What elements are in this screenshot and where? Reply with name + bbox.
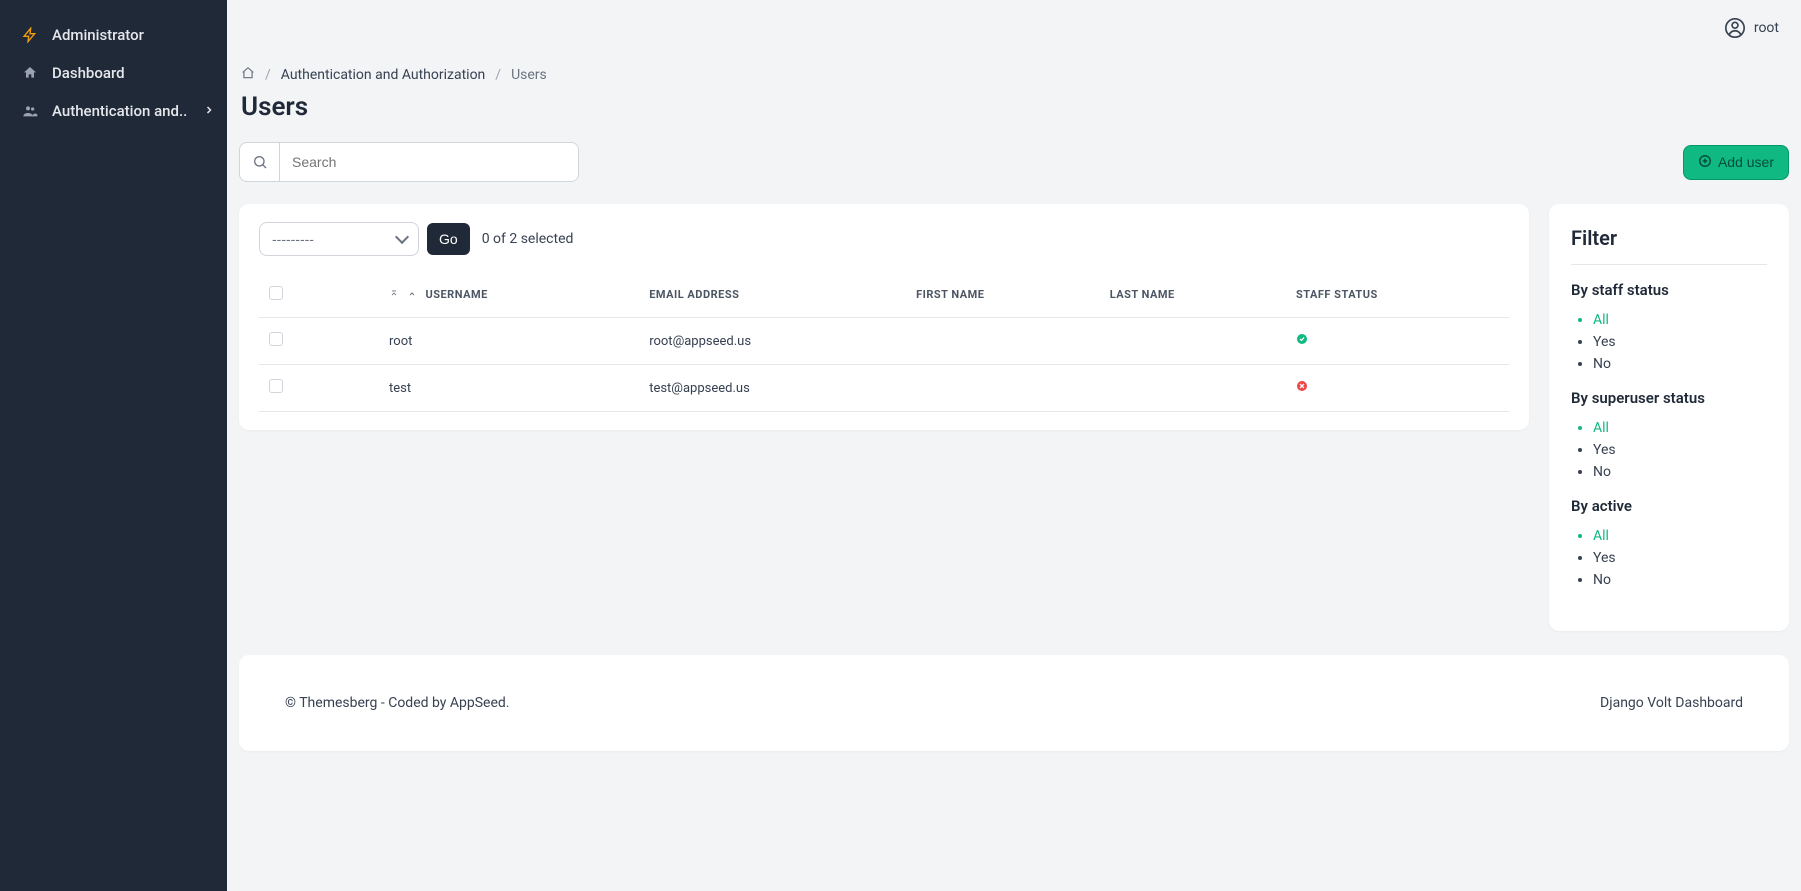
cell-staff: [1286, 318, 1509, 365]
col-last[interactable]: LAST NAME: [1100, 272, 1286, 318]
filter-divider: [1571, 264, 1767, 265]
sort-asc-icon: [408, 288, 419, 301]
x-circle-icon: [1296, 381, 1308, 396]
breadcrumb: / Authentication and Authorization / Use…: [241, 66, 1789, 84]
filter-option[interactable]: Yes: [1593, 439, 1767, 461]
user-avatar-icon[interactable]: [1724, 17, 1746, 39]
plus-circle-icon: [1698, 154, 1712, 171]
filter-option[interactable]: No: [1593, 353, 1767, 375]
col-email[interactable]: EMAIL ADDRESS: [639, 272, 906, 318]
sidebar-brand[interactable]: Administrator: [0, 16, 227, 54]
topbar: root: [239, 0, 1789, 56]
footer: © Themesberg - Coded by AppSeed. Django …: [239, 655, 1789, 751]
page-title: Users: [241, 92, 1789, 122]
selection-count: 0 of 2 selected: [482, 231, 574, 247]
table-row: testtest@appseed.us: [259, 365, 1509, 412]
cell-first: [906, 318, 1100, 365]
footer-themesberg-link[interactable]: Themesberg: [299, 695, 377, 711]
main-content: root / Authentication and Authorization …: [227, 0, 1801, 751]
filter-option[interactable]: All: [1593, 525, 1767, 547]
table-row: rootroot@appseed.us: [259, 318, 1509, 365]
filter-group-title: By active: [1571, 497, 1767, 515]
search-icon[interactable]: [240, 143, 280, 181]
sidebar: Administrator Dashboard Authentication a…: [0, 0, 227, 891]
filter-group-title: By superuser status: [1571, 389, 1767, 407]
breadcrumb-auth[interactable]: Authentication and Authorization: [281, 67, 486, 83]
sidebar-brand-label: Administrator: [52, 26, 144, 44]
add-user-button[interactable]: Add user: [1683, 145, 1789, 180]
cell-username[interactable]: test: [379, 365, 639, 412]
bulk-action-select[interactable]: ---------: [259, 222, 419, 256]
select-all-checkbox[interactable]: [269, 286, 283, 300]
filter-group: By active AllYesNo: [1571, 497, 1767, 591]
home-icon: [20, 65, 40, 81]
cell-staff: [1286, 365, 1509, 412]
filter-option[interactable]: All: [1593, 309, 1767, 331]
cell-first: [906, 365, 1100, 412]
filter-option[interactable]: Yes: [1593, 331, 1767, 353]
users-table: USERNAME EMAIL ADDRESS FIRST NAME LAST N…: [259, 272, 1509, 412]
sidebar-item-dashboard[interactable]: Dashboard: [0, 54, 227, 92]
cell-email: test@appseed.us: [639, 365, 906, 412]
footer-appseed-link[interactable]: AppSeed: [450, 695, 506, 711]
col-first[interactable]: FIRST NAME: [906, 272, 1100, 318]
filter-option[interactable]: All: [1593, 417, 1767, 439]
cell-last: [1100, 318, 1286, 365]
col-staff[interactable]: STAFF STATUS: [1286, 272, 1509, 318]
row-checkbox[interactable]: [269, 379, 283, 393]
filter-group-title: By staff status: [1571, 281, 1767, 299]
filter-option[interactable]: No: [1593, 461, 1767, 483]
bolt-icon: [20, 27, 40, 43]
add-user-label: Add user: [1718, 154, 1774, 170]
go-button[interactable]: Go: [427, 223, 470, 255]
sidebar-item-label: Authentication and..: [52, 102, 187, 120]
toolbar: Add user: [239, 142, 1789, 182]
breadcrumb-sep: /: [265, 67, 271, 83]
filter-card: Filter By staff statusAllYesNoBy superus…: [1549, 204, 1789, 631]
sort-icon: [389, 288, 402, 301]
cell-last: [1100, 365, 1286, 412]
check-circle-icon: [1296, 334, 1308, 349]
footer-right[interactable]: Django Volt Dashboard: [1600, 695, 1743, 711]
search-box: [239, 142, 579, 182]
bulk-action-row: --------- Go 0 of 2 selected: [259, 222, 1509, 256]
filter-group: By staff status AllYesNo: [1571, 281, 1767, 375]
filter-title: Filter: [1571, 226, 1767, 250]
users-table-card: --------- Go 0 of 2 selected: [239, 204, 1529, 430]
sidebar-item-auth[interactable]: Authentication and..: [0, 92, 227, 130]
topbar-username[interactable]: root: [1754, 20, 1779, 36]
breadcrumb-sep: /: [495, 67, 501, 83]
footer-left: © Themesberg - Coded by AppSeed.: [285, 695, 510, 711]
filter-option[interactable]: No: [1593, 569, 1767, 591]
cell-username[interactable]: root: [379, 318, 639, 365]
row-checkbox[interactable]: [269, 332, 283, 346]
filter-group: By superuser status AllYesNo: [1571, 389, 1767, 483]
col-username[interactable]: USERNAME: [379, 272, 639, 318]
search-input[interactable]: [280, 143, 578, 181]
breadcrumb-home-icon[interactable]: [241, 66, 255, 84]
chevron-right-icon: [203, 102, 215, 120]
main-row: --------- Go 0 of 2 selected: [239, 204, 1789, 631]
filter-option[interactable]: Yes: [1593, 547, 1767, 569]
users-icon: [20, 103, 40, 119]
sidebar-item-label: Dashboard: [52, 64, 125, 82]
cell-email: root@appseed.us: [639, 318, 906, 365]
breadcrumb-users: Users: [511, 67, 547, 83]
